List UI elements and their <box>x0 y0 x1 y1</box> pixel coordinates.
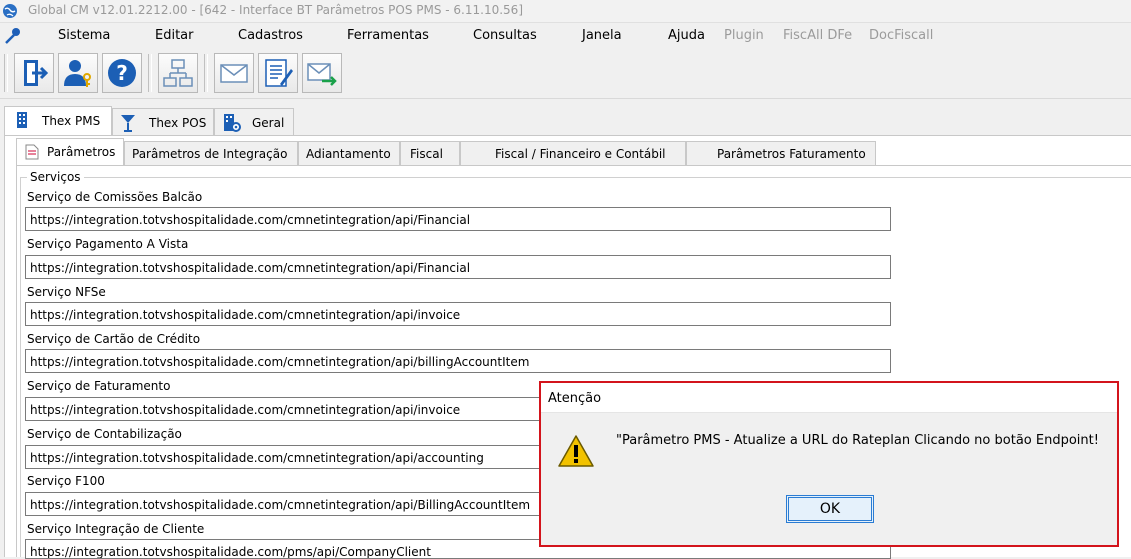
menu-cadastros[interactable]: Cadastros <box>238 28 303 43</box>
mail-forward-button[interactable] <box>302 53 342 93</box>
help-button[interactable]: ? <box>102 53 142 93</box>
menu-bar: Sistema Editar Cadastros Ferramentas Con… <box>0 23 1131 49</box>
menu-editar[interactable]: Editar <box>155 28 194 43</box>
dialog-title: Atenção <box>548 391 602 406</box>
tab-label: Thex PMS <box>42 114 101 128</box>
field-label-f100: Serviço F100 <box>27 474 105 488</box>
tab-label: Adiantamento <box>306 147 391 161</box>
network-button[interactable] <box>158 53 198 93</box>
pin-icon[interactable] <box>3 26 23 46</box>
ok-button[interactable]: OK <box>786 495 874 523</box>
globe-icon <box>3 4 17 18</box>
document-edit-button[interactable] <box>258 53 298 93</box>
input-cartao-credito[interactable]: https://integration.totvshospitalidade.c… <box>25 349 891 373</box>
field-label-pagamento-vista: Serviço Pagamento A Vista <box>27 237 189 251</box>
tab-fiscal-financeiro-contabil[interactable]: Fiscal / Financeiro e Contábil <box>460 141 686 165</box>
tab-label: Fiscal <box>410 147 443 161</box>
field-label-cartao-credito: Serviço de Cartão de Crédito <box>27 332 201 346</box>
exit-button[interactable] <box>14 53 54 93</box>
window-titlebar: Global CM v12.01.2212.00 - [642 - Interf… <box>0 0 1131 23</box>
field-label-nfse: Serviço NFSe <box>27 285 106 299</box>
input-pagamento-vista[interactable]: https://integration.totvshospitalidade.c… <box>25 255 891 279</box>
menu-consultas[interactable]: Consultas <box>473 28 537 43</box>
building-gear-icon <box>224 114 241 132</box>
tab-geral[interactable]: Geral <box>214 108 294 135</box>
menu-plugin[interactable]: Plugin <box>724 28 764 43</box>
tab-thex-pms[interactable]: Thex PMS <box>4 106 112 135</box>
tab-label: Parâmetros <box>47 145 116 159</box>
tab-parametros-integracao[interactable]: Parâmetros de Integração <box>124 141 298 165</box>
document-icon <box>25 144 39 160</box>
network-icon <box>163 59 193 87</box>
dialog-titlebar: Atenção <box>541 383 1117 413</box>
tab-thex-pos[interactable]: Thex POS <box>112 108 214 135</box>
dialog-message: "Parâmetro PMS - Atualize a URL do Ratep… <box>616 433 1099 448</box>
warning-icon <box>558 435 594 467</box>
menu-janela[interactable]: Janela <box>582 28 622 43</box>
tab-label: Parâmetros Faturamento <box>717 147 866 161</box>
tab-adiantamento[interactable]: Adiantamento <box>298 141 400 165</box>
toolbar: ? <box>0 50 1131 99</box>
tab-label: Parâmetros de Integração <box>132 147 288 161</box>
tab-parametros[interactable]: Parâmetros <box>16 138 124 166</box>
tab-label: Fiscal / Financeiro e Contábil <box>495 147 666 161</box>
input-nfse[interactable]: https://integration.totvshospitalidade.c… <box>25 302 891 326</box>
input-comissoes-balcao[interactable]: https://integration.totvshospitalidade.c… <box>25 207 891 231</box>
tab-label: Geral <box>252 116 285 130</box>
document-edit-icon <box>265 59 293 87</box>
mail-button[interactable] <box>214 53 254 93</box>
toolbar-separator <box>204 54 208 92</box>
field-label-contabilizacao: Serviço de Contabilização <box>27 427 182 441</box>
toolbar-separator <box>4 54 8 92</box>
attention-dialog: Atenção "Parâmetro PMS - Atualize a URL … <box>539 381 1119 547</box>
tab-label: Thex POS <box>149 116 207 130</box>
mail-forward-icon <box>307 63 337 86</box>
user-key-button[interactable] <box>58 53 98 93</box>
exit-door-icon <box>24 60 49 86</box>
user-key-icon <box>64 60 91 87</box>
menu-sistema[interactable]: Sistema <box>58 28 110 43</box>
svg-text:?: ? <box>116 61 128 85</box>
field-label-faturamento: Serviço de Faturamento <box>27 379 171 393</box>
services-group-title: Serviços <box>27 170 84 184</box>
menu-ajuda[interactable]: Ajuda <box>668 28 705 43</box>
tab-parametros-faturamento[interactable]: Parâmetros Faturamento <box>686 141 876 165</box>
toolbar-separator <box>148 54 152 92</box>
menu-docfiscall[interactable]: DocFiscall <box>869 28 933 43</box>
help-icon: ? <box>108 59 136 87</box>
menu-fiscall-dfe[interactable]: FiscAll DFe <box>783 28 852 43</box>
window-title: Global CM v12.01.2212.00 - [642 - Interf… <box>28 3 523 17</box>
cocktail-glass-icon <box>121 115 135 132</box>
tab-fiscal[interactable]: Fiscal <box>400 141 460 165</box>
building-icon <box>17 112 27 128</box>
menu-ferramentas[interactable]: Ferramentas <box>347 28 429 43</box>
field-label-comissoes-balcao: Serviço de Comissões Balcão <box>27 190 203 204</box>
mail-icon <box>220 64 248 83</box>
field-label-integracao-cliente: Serviço Integração de Cliente <box>27 522 205 536</box>
